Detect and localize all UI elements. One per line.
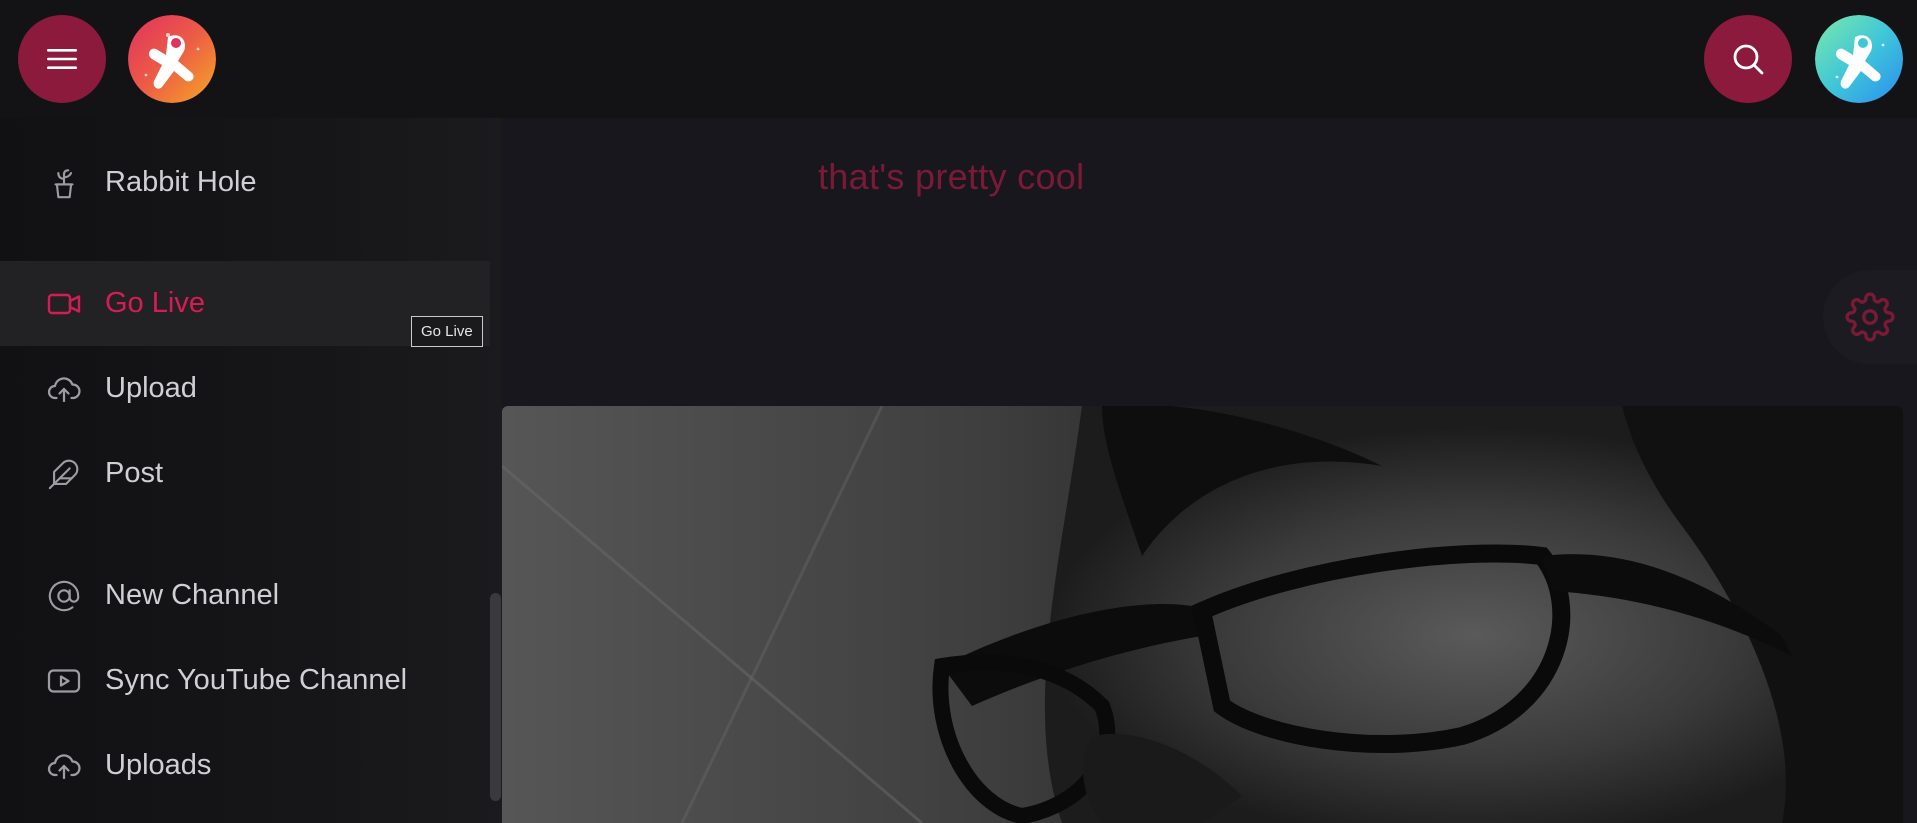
feather-icon — [44, 454, 84, 494]
sidebar-item-new-channel[interactable]: New Channel — [0, 553, 490, 638]
sidebar: Rabbit Hole Go Live Upload Post New Chan… — [0, 118, 502, 823]
sidebar-item-sync-youtube-channel[interactable]: Sync YouTube Channel — [0, 638, 490, 723]
sidebar-item-label: Sync YouTube Channel — [105, 664, 408, 696]
main-content: that's pretty cool — [502, 118, 1917, 823]
hamburger-menu-icon — [47, 49, 77, 69]
sidebar-item-label: New Channel — [105, 579, 280, 611]
site-logo[interactable] — [128, 15, 216, 103]
gear-icon — [1845, 292, 1895, 342]
sidebar-scrollbar[interactable] — [490, 593, 501, 801]
sidebar-item-rabbit-hole[interactable]: Rabbit Hole — [0, 140, 490, 225]
sidebar-item-post[interactable]: Post — [0, 431, 490, 516]
at-sign-icon — [44, 576, 84, 616]
sidebar-item-label: Post — [105, 457, 164, 489]
settings-button[interactable] — [1823, 270, 1917, 364]
sidebar-item-label: Uploads — [105, 749, 212, 781]
portrait-photo — [502, 406, 1903, 823]
go-live-tooltip: Go Live — [411, 316, 483, 347]
cloud-upload-icon — [44, 746, 84, 786]
search-icon — [1733, 44, 1764, 75]
sidebar-item-label: Upload — [105, 372, 197, 404]
channel-tagline: that's pretty cool — [818, 156, 1085, 197]
sidebar-item-label: Go Live — [105, 287, 205, 319]
astronaut-logo — [128, 15, 216, 103]
sidebar-item-label: Rabbit Hole — [105, 166, 257, 198]
video-camera-icon — [44, 284, 84, 324]
sidebar-item-upload[interactable]: Upload — [0, 346, 490, 431]
profile-avatar[interactable] — [1815, 15, 1903, 103]
menu-button[interactable] — [18, 15, 106, 103]
youtube-play-icon — [44, 661, 84, 701]
cloud-upload-icon — [44, 369, 84, 409]
astronaut-avatar — [1815, 15, 1903, 103]
top-bar — [0, 0, 1917, 118]
search-button[interactable] — [1704, 15, 1792, 103]
sidebar-item-uploads[interactable]: Uploads — [0, 723, 490, 808]
plant-pot-icon — [44, 163, 84, 203]
channel-banner-image — [502, 406, 1903, 823]
